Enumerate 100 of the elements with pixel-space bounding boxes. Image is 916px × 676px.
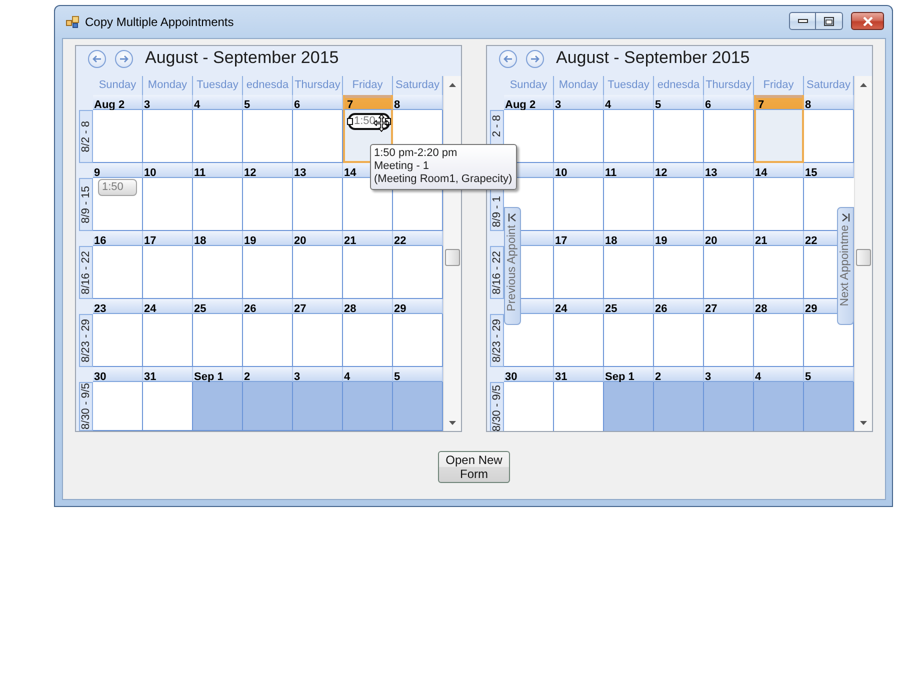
day-cell[interactable]	[604, 314, 654, 367]
day-number: 5	[655, 98, 662, 112]
day-cell[interactable]	[704, 314, 754, 367]
day-cell[interactable]	[243, 110, 293, 163]
week-range: 8/23 - 29	[80, 318, 92, 362]
day-cell[interactable]	[754, 314, 804, 367]
previous-appointment-tab[interactable]: Previous Appoint	[504, 207, 521, 325]
day-cell[interactable]	[343, 314, 393, 367]
scrollbar-thumb[interactable]	[445, 249, 460, 266]
day-cell[interactable]	[604, 178, 654, 231]
maximize-button[interactable]	[816, 12, 843, 30]
close-button[interactable]	[851, 12, 884, 30]
day-cell[interactable]	[804, 110, 854, 163]
day-number: 23	[94, 302, 106, 316]
day-cell[interactable]	[243, 314, 293, 367]
week-range: 8/23 - 29	[491, 318, 503, 362]
day-cell[interactable]	[754, 382, 804, 431]
day-cell[interactable]	[143, 314, 193, 367]
day-cell[interactable]	[93, 246, 143, 299]
day-cell[interactable]	[243, 382, 293, 431]
next-appointment-tab[interactable]: Next Appointme	[837, 207, 854, 325]
day-number: 21	[344, 234, 356, 248]
day-cell[interactable]	[504, 314, 554, 367]
close-icon	[862, 16, 872, 26]
day-cell[interactable]	[93, 110, 143, 163]
open-form-button[interactable]: Open New Form	[438, 451, 510, 483]
day-cell[interactable]	[704, 110, 754, 163]
day-cell[interactable]	[143, 110, 193, 163]
day-cell[interactable]	[143, 178, 193, 231]
appointment[interactable]: 1:50	[98, 179, 137, 196]
calendar-title: August - September 2015	[145, 48, 339, 68]
day-cell[interactable]	[704, 382, 754, 431]
day-cell[interactable]	[754, 178, 804, 231]
next-button[interactable]	[526, 50, 544, 68]
day-number: 15	[805, 166, 818, 180]
day-cell[interactable]	[93, 314, 143, 367]
day-cell[interactable]	[143, 382, 193, 431]
day-cell[interactable]	[521, 178, 554, 231]
day-cell[interactable]	[554, 246, 604, 299]
previous-button[interactable]	[88, 50, 106, 68]
day-cell[interactable]	[804, 382, 854, 431]
day-cell[interactable]	[554, 178, 604, 231]
triangle-up-icon	[449, 82, 456, 86]
day-cell[interactable]	[343, 382, 393, 431]
day-cell[interactable]	[654, 382, 704, 431]
day-cell[interactable]	[654, 314, 704, 367]
day-number: 26	[244, 302, 256, 316]
day-cell[interactable]	[654, 110, 704, 163]
previous-button[interactable]	[499, 50, 517, 68]
day-cell[interactable]: 1:50	[93, 178, 143, 231]
day-cell[interactable]	[554, 314, 604, 367]
day-cell[interactable]	[193, 178, 243, 231]
day-cell[interactable]	[554, 110, 604, 163]
day-cell[interactable]	[604, 382, 654, 431]
day-cell[interactable]	[604, 246, 654, 299]
day-number: 5	[394, 370, 400, 384]
week-range: 8/2 - 8	[80, 120, 92, 152]
day-cell[interactable]	[521, 246, 554, 299]
day-cell[interactable]	[243, 246, 293, 299]
day-number: 25	[194, 302, 206, 316]
day-cell[interactable]	[604, 110, 654, 163]
day-number: 16	[94, 234, 106, 248]
day-cell[interactable]	[293, 246, 343, 299]
arrow-right-icon	[119, 54, 129, 64]
day-number: 22	[394, 234, 406, 248]
day-cell[interactable]	[193, 382, 243, 431]
day-cell[interactable]	[393, 314, 443, 367]
day-cell[interactable]	[654, 178, 704, 231]
day-number: 19	[244, 234, 256, 248]
day-cell[interactable]	[754, 110, 804, 163]
scrollbar-thumb[interactable]	[856, 249, 871, 266]
day-cell[interactable]	[93, 382, 143, 431]
appointment-subject: Meeting - 1	[374, 160, 430, 173]
day-cell[interactable]	[243, 178, 293, 231]
day-number: 17	[555, 234, 568, 248]
minimize-button[interactable]	[789, 12, 816, 30]
next-button[interactable]	[115, 50, 133, 68]
day-cell[interactable]	[654, 246, 704, 299]
day-cell[interactable]	[293, 178, 343, 231]
day-cell[interactable]	[143, 246, 193, 299]
day-cell[interactable]	[343, 246, 393, 299]
maximize-icon	[824, 16, 834, 26]
day-cell[interactable]	[193, 314, 243, 367]
day-cell[interactable]	[293, 314, 343, 367]
day-cell[interactable]	[193, 110, 243, 163]
day-number: 14	[344, 166, 356, 180]
day-cell[interactable]	[193, 246, 243, 299]
day-cell[interactable]	[393, 246, 443, 299]
day-cell[interactable]	[754, 246, 804, 299]
day-cell[interactable]	[293, 382, 343, 431]
day-cell[interactable]	[704, 246, 754, 299]
day-number: 3	[294, 370, 300, 384]
day-cell[interactable]	[293, 110, 343, 163]
day-number: 8	[805, 98, 812, 112]
day-cell[interactable]	[393, 382, 443, 431]
day-cell[interactable]	[704, 178, 754, 231]
triangle-down-icon	[860, 420, 867, 424]
window-title: Copy Multiple Appointments	[85, 15, 235, 29]
week-range: 8/16 - 22	[80, 250, 92, 294]
arrow-right-icon	[530, 54, 540, 64]
